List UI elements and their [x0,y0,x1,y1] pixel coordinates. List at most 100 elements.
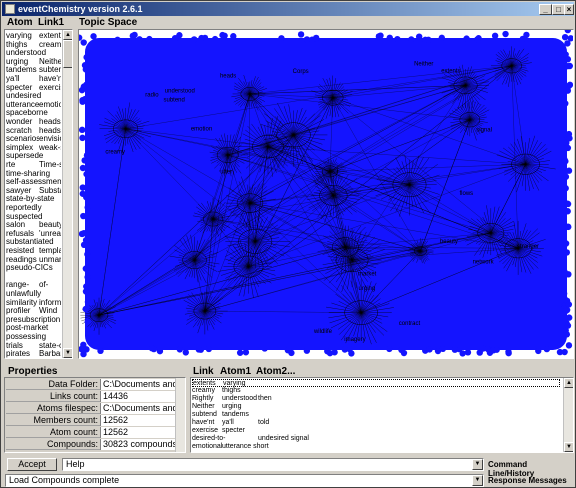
atom-list-scrollbar[interactable]: ▲ ▼ [62,30,72,358]
graph-node[interactable] [303,36,311,43]
graph-node[interactable] [562,100,569,107]
graph-node[interactable] [564,87,572,94]
links-scroll-up-icon[interactable]: ▲ [564,378,573,388]
graph-node[interactable] [205,345,213,353]
graph-node[interactable] [562,185,569,192]
graph-node[interactable] [491,32,499,40]
link-row[interactable]: emotional utterance short [192,443,560,451]
link-row[interactable]: extents varying [192,379,560,387]
link-row[interactable]: creamy thighs [192,387,560,395]
graph-node[interactable] [561,33,569,41]
graph-node-label[interactable]: imagery [344,337,365,343]
graph-node[interactable] [80,39,87,46]
graph-node[interactable] [236,349,244,356]
response-messages-combo[interactable]: Load Compounds complete ▼ [5,474,484,487]
graph-node[interactable] [84,318,91,325]
graph-node[interactable] [114,36,121,44]
graph-node-label[interactable]: stranger [517,244,539,250]
graph-node[interactable] [83,283,90,290]
graph-node[interactable] [564,40,571,47]
graph-node[interactable] [284,347,292,354]
graph-node[interactable] [523,31,530,39]
graph-node[interactable] [561,268,568,276]
graph-node[interactable] [438,34,446,42]
graph-node-label[interactable]: signal [476,128,492,134]
graph-node[interactable] [242,349,250,356]
graph-node-label[interactable]: extents [441,68,460,74]
graph-node[interactable] [502,30,509,38]
link-row[interactable]: subtend tandems [192,411,560,419]
graph-node[interactable] [84,204,91,211]
scroll-down-arrow-icon[interactable]: ▼ [63,348,72,358]
graph-node[interactable] [341,346,349,353]
graph-node[interactable] [97,347,104,355]
graph-node[interactable] [198,34,205,42]
properties-scrollbar[interactable] [175,378,185,452]
graph-node[interactable] [564,144,572,152]
property-value[interactable]: C:\Documents and S [100,379,185,390]
graph-node[interactable] [81,95,89,103]
link-row[interactable]: desired-to-undesired signal [192,435,560,443]
property-value[interactable]: C:\Documents and S [100,403,185,414]
graph-node[interactable] [348,350,355,357]
graph-node[interactable] [79,126,86,134]
graph-node[interactable] [303,347,311,354]
graph-node-label[interactable]: utter [220,169,232,175]
atom-column-header[interactable]: Atom [7,17,33,28]
graph-node[interactable] [562,240,570,247]
graph-node[interactable] [426,346,433,353]
graph-node[interactable] [80,212,87,220]
graph-node[interactable] [375,33,383,40]
graph-node[interactable] [479,345,487,352]
atom1-column-header[interactable]: Atom1 [220,366,251,377]
graph-node[interactable] [79,134,86,142]
scroll-thumb[interactable] [63,40,72,68]
property-value[interactable]: 12562 [100,415,185,426]
graph-node[interactable] [564,322,572,329]
graph-node[interactable] [565,223,572,231]
graph-node-label[interactable]: heads [220,74,236,80]
graph-node[interactable] [80,350,87,358]
link-row[interactable]: exercise specter [192,427,560,435]
graph-node[interactable] [79,86,86,94]
graph-node[interactable] [79,184,87,191]
graph-node-label[interactable]: contract [399,321,421,327]
graph-node-label[interactable]: beauty [440,239,458,245]
graph-node[interactable] [562,158,569,165]
atom-link1-cell[interactable]: Barbary [39,349,61,358]
graph-node[interactable] [400,349,408,357]
graph-node[interactable] [219,31,226,39]
graph-node[interactable] [195,346,202,353]
graph-node[interactable] [146,35,153,43]
graph-node[interactable] [474,36,481,43]
graph-node-label[interactable]: emotion [191,127,212,133]
property-value[interactable]: 12562 [100,427,185,438]
graph-node[interactable] [556,348,564,356]
graph-node[interactable] [83,170,90,178]
graph-node[interactable] [129,32,136,40]
graph-node[interactable] [79,164,87,172]
topic-network-graph[interactable]: imagery wildlife contract heads signal networ… [79,30,573,358]
links-scrollbar[interactable]: ▲ ▼ [563,378,573,452]
graph-node[interactable] [451,346,459,353]
link-row[interactable]: Rightly understood then [192,395,560,403]
graph-node[interactable] [84,251,91,258]
graph-node[interactable] [261,345,268,352]
graph-node[interactable] [182,349,189,356]
atom2-column-header[interactable]: Atom2... [256,366,295,377]
graph-node-label[interactable]: flows [459,191,473,197]
graph-node-label[interactable]: subtend [164,97,185,103]
graph-node[interactable] [230,33,237,40]
graph-node-label[interactable]: creamy [105,149,125,155]
link-row[interactable]: have'nt ya'll told [192,419,560,427]
graph-node[interactable] [79,190,86,197]
graph-node[interactable] [562,307,570,315]
graph-node[interactable] [278,35,285,42]
graph-node[interactable] [464,349,472,356]
graph-node[interactable] [83,54,90,61]
graph-node[interactable] [136,36,143,43]
graph-node[interactable] [156,347,164,355]
graph-node[interactable] [566,81,573,89]
graph-node-label[interactable]: network [473,260,495,266]
graph-node-label[interactable]: understood [165,88,195,94]
